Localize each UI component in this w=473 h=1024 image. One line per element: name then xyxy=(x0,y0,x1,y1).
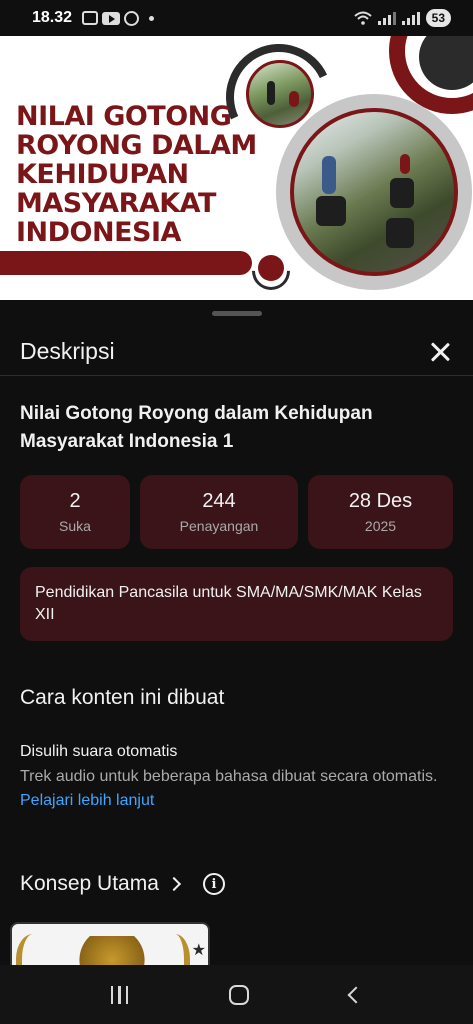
key-concepts-header[interactable]: Konsep Utama i xyxy=(20,872,225,896)
system-nav-bar xyxy=(0,965,473,1024)
sheet-header: Deskripsi xyxy=(0,328,473,376)
garuda-wing-icon xyxy=(160,934,190,965)
stat-date: 28 Des 2025 xyxy=(308,475,453,549)
thumbnail-title-line: NILAI GOTONG xyxy=(16,101,232,132)
recents-icon[interactable] xyxy=(110,985,129,1004)
sheet-title: Deskripsi xyxy=(20,338,115,364)
key-concept-card[interactable]: ★ xyxy=(10,922,210,965)
stat-label: 2025 xyxy=(364,518,397,534)
info-icon[interactable]: i xyxy=(202,873,225,895)
signal-icon xyxy=(401,11,420,25)
key-concepts-heading: Konsep Utama xyxy=(20,872,159,895)
auto-dub-description: Trek audio untuk beberapa bahasa dibuat … xyxy=(20,765,450,813)
auto-dub-text: Trek audio untuk beberapa bahasa dibuat … xyxy=(20,768,438,785)
battery-icon: 53 xyxy=(425,9,451,27)
home-icon[interactable] xyxy=(229,984,250,1005)
stat-value: 2 xyxy=(69,490,81,512)
youtube-icon xyxy=(102,11,121,25)
thumbnail-title-line: INDONESIA xyxy=(16,217,181,248)
how-made-heading: Cara konten ini dibuat xyxy=(20,686,225,709)
category-card[interactable]: Pendidikan Pancasila untuk SMA/MA/SMK/MA… xyxy=(20,567,453,641)
description-sheet: Deskripsi Nilai Gotong Royong dalam Kehi… xyxy=(0,300,473,965)
close-icon[interactable] xyxy=(427,339,453,365)
auto-dub-title: Disulih suara otomatis xyxy=(20,743,178,760)
signal-icon xyxy=(377,11,396,25)
video-thumbnail[interactable]: NILAI GOTONG ROYONG DALAM KEHIDUPAN MASY… xyxy=(0,36,473,300)
stats-row: 2 Suka 244 Penayangan 28 Des 2025 xyxy=(20,475,453,549)
thumbnail-title-line: KEHIDUPAN xyxy=(16,159,189,190)
system-icons: 53 xyxy=(353,9,451,27)
chevron-right-icon[interactable] xyxy=(166,876,181,892)
decorative-bar xyxy=(0,251,252,275)
dot-icon xyxy=(149,15,155,21)
decorative-arc xyxy=(244,244,298,298)
drag-handle[interactable] xyxy=(212,311,262,316)
status-time: 18.32 xyxy=(32,9,73,26)
garuda-emblem-icon xyxy=(72,936,152,965)
stat-label: Penayangan xyxy=(179,518,259,534)
learn-more-link[interactable]: Pelajari lebih lanjut xyxy=(20,792,154,809)
thumbnail-title: NILAI GOTONG ROYONG DALAM KEHIDUPAN MASY… xyxy=(16,102,257,247)
stat-label: Suka xyxy=(59,518,91,534)
stat-value: 28 Des xyxy=(348,490,413,512)
thumbnail-title-line: MASYARAKAT xyxy=(16,188,216,219)
stat-value: 244 xyxy=(202,490,236,512)
wifi-icon xyxy=(353,11,372,25)
garuda-wing-icon xyxy=(16,934,50,965)
thumbnail-title-line: ROYONG DALAM xyxy=(16,130,257,161)
back-icon[interactable] xyxy=(347,986,365,1003)
stat-likes: 2 Suka xyxy=(20,475,130,549)
video-title: Nilai Gotong Royong dalam Kehidupan Masy… xyxy=(20,403,373,452)
main-photo xyxy=(290,108,458,276)
whatsapp-icon xyxy=(124,10,140,26)
status-bar: 18.32 53 xyxy=(0,0,473,36)
screenshot-icon xyxy=(82,11,99,25)
star-icon: ★ xyxy=(191,942,206,959)
notification-icons xyxy=(82,10,155,26)
stat-views: 244 Penayangan xyxy=(140,475,298,549)
